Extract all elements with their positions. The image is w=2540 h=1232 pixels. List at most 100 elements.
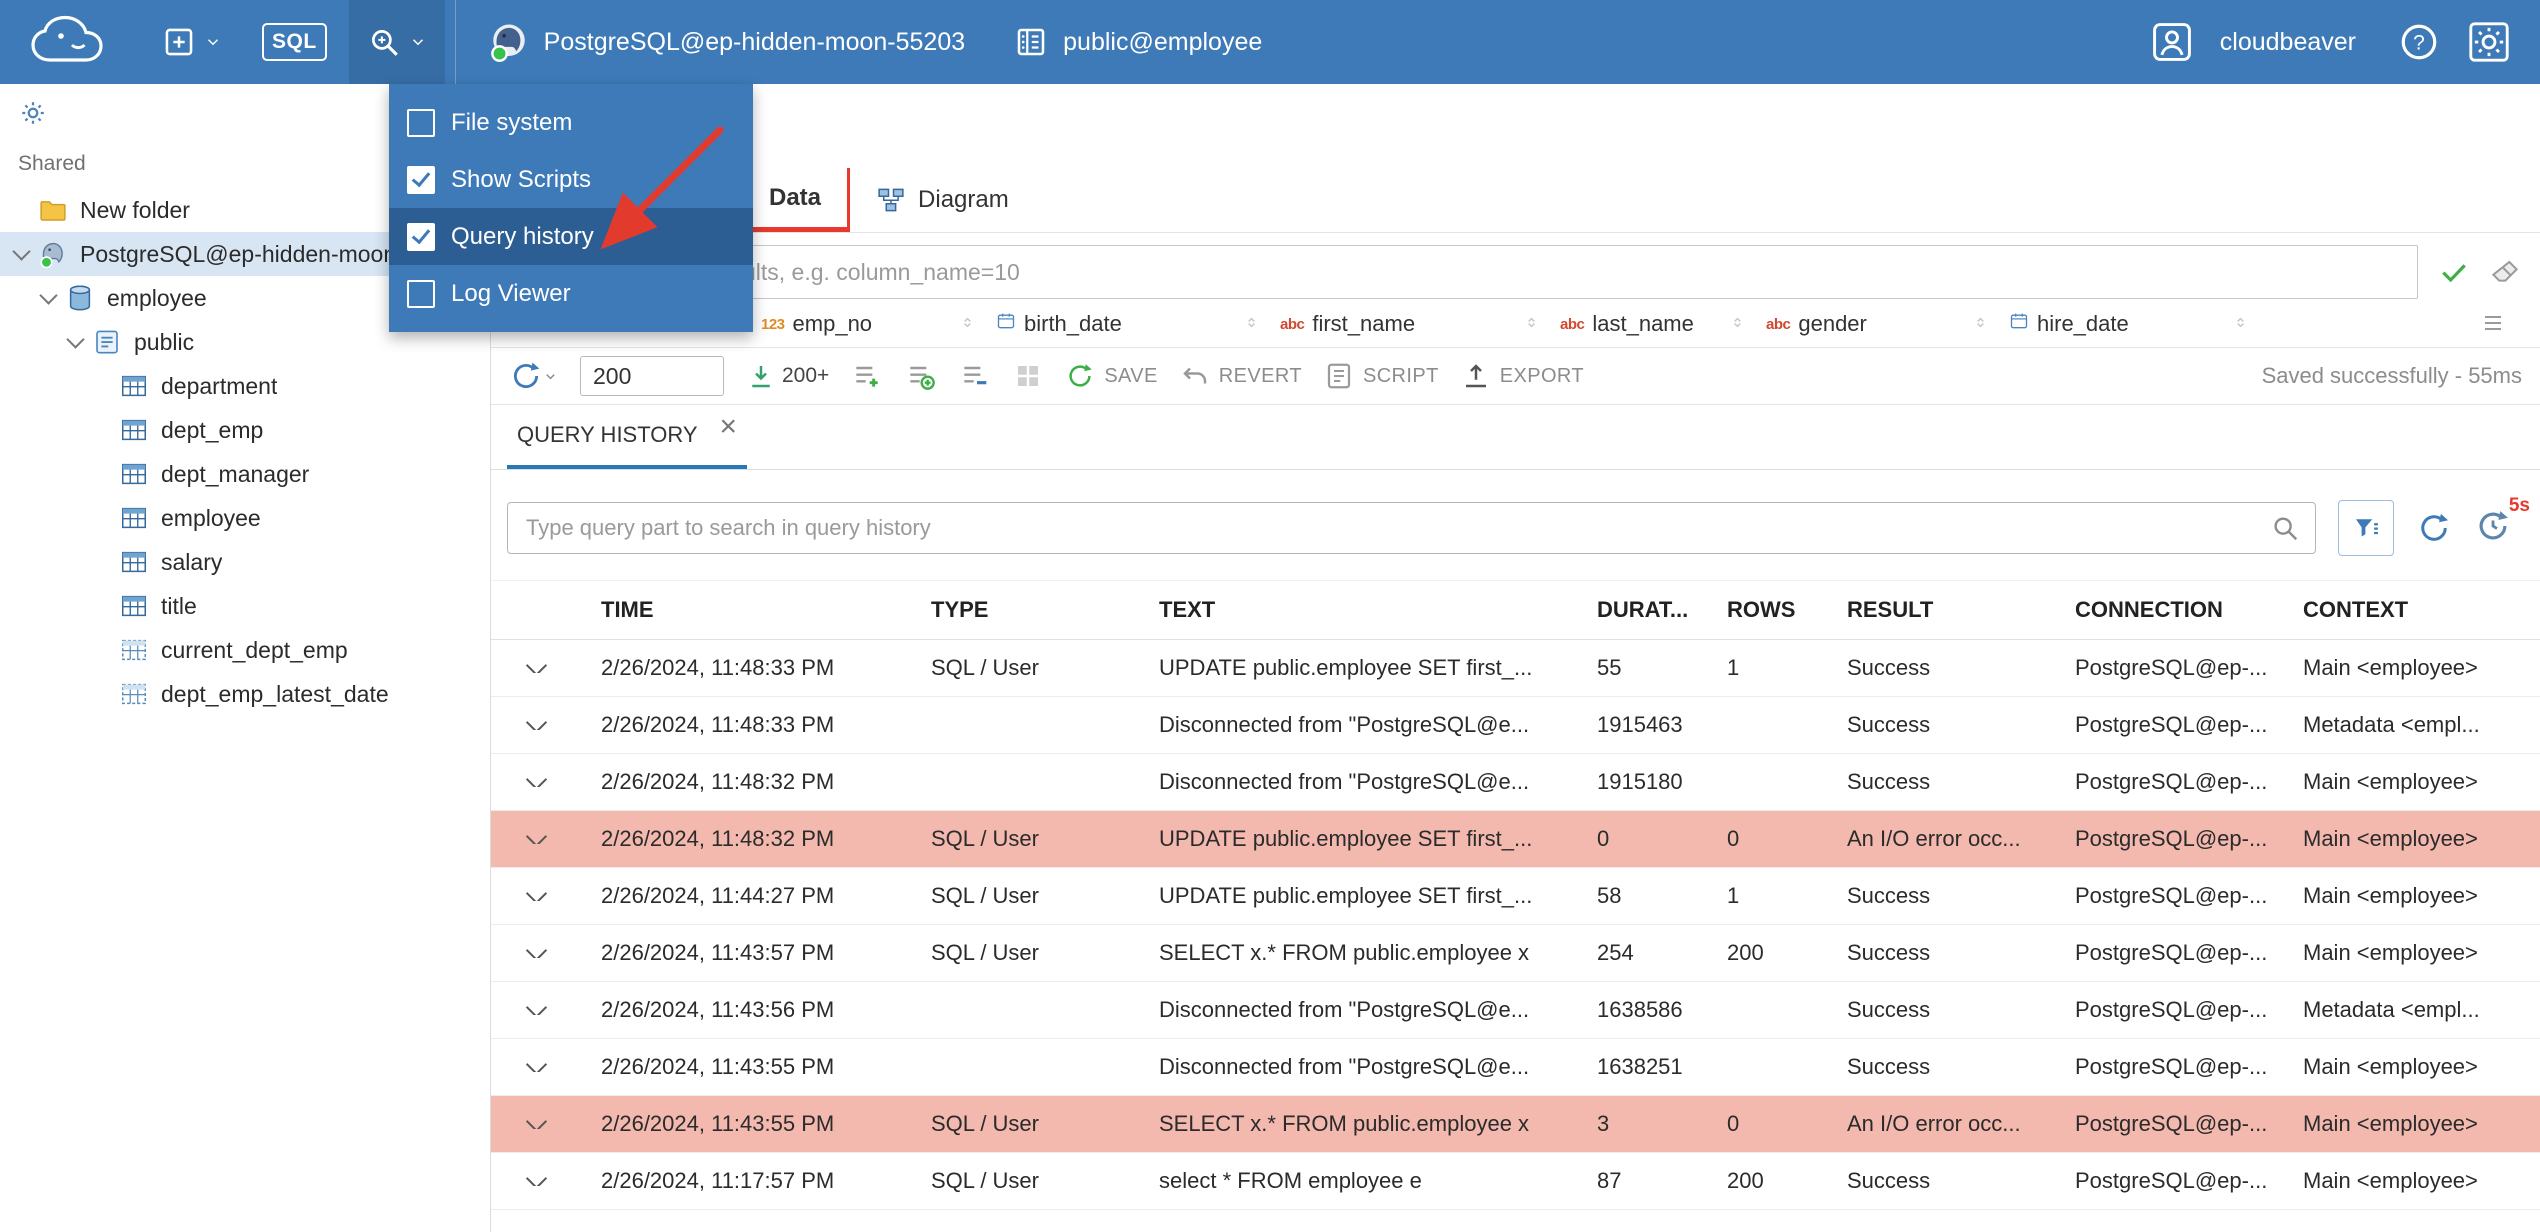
new-connection-button[interactable] — [144, 0, 240, 84]
history-refresh-button[interactable] — [2416, 510, 2452, 546]
checkbox-unchecked-icon[interactable] — [407, 279, 435, 308]
tree-item-title[interactable]: title — [0, 584, 490, 628]
script-button[interactable]: SCRIPT — [1324, 361, 1439, 391]
menu-item-show-scripts[interactable]: Show Scripts — [389, 151, 753, 208]
sidebar-settings-gear-icon[interactable] — [18, 98, 48, 128]
fetch-more-button[interactable]: 200+ — [746, 361, 829, 391]
query-history-search-input[interactable] — [507, 502, 2316, 554]
close-icon[interactable]: × — [720, 410, 738, 444]
query-history-row[interactable]: 2/26/2024, 11:43:56 PM Disconnected from … — [491, 982, 2540, 1039]
export-button[interactable]: EXPORT — [1461, 361, 1584, 391]
tree-item-salary[interactable]: salary — [0, 540, 490, 584]
expand-chevron-icon[interactable] — [525, 891, 547, 901]
query-history-row[interactable]: 2/26/2024, 11:48:32 PM Disconnected from … — [491, 754, 2540, 811]
expand-chevron-icon[interactable] — [525, 1119, 547, 1129]
connection-selector[interactable]: PostgreSQL@ep-hidden-moon-55203 — [464, 0, 989, 84]
tools-menu-button[interactable] — [348, 0, 445, 84]
menu-item-log-viewer[interactable]: Log Viewer — [389, 265, 753, 322]
column-duration[interactable]: DURAT... — [1577, 597, 1707, 623]
expand-chevron-icon[interactable] — [525, 663, 547, 673]
grid-column-first_name[interactable]: abc first_name — [1280, 311, 1540, 337]
grid-column-emp_no[interactable]: 123 emp_no — [761, 311, 976, 337]
query-history-row[interactable]: 2/26/2024, 11:17:57 PM SQL / User select *… — [491, 1153, 2540, 1210]
expand-chevron-icon[interactable] — [525, 1176, 547, 1186]
menu-item-query-history[interactable]: Query history — [389, 208, 753, 265]
query-history-row[interactable]: 2/26/2024, 11:43:55 PM Disconnected from … — [491, 1039, 2540, 1096]
table-icon — [119, 547, 149, 577]
expand-chevron-icon[interactable] — [525, 948, 547, 958]
duplicate-row-button[interactable] — [905, 360, 937, 392]
schema-label: public@employee — [1063, 27, 1263, 56]
auto-refresh-button[interactable]: 5s — [2474, 495, 2530, 550]
tab-diagram[interactable]: Diagram — [850, 168, 1035, 232]
grid-column-hire_date[interactable]: hire_date — [2009, 311, 2249, 337]
chevron-down-icon[interactable] — [11, 242, 31, 261]
result-filter-input[interactable] — [501, 245, 2418, 299]
topbar-right: cloudbeaver ? — [2150, 19, 2540, 65]
refresh-results-button[interactable] — [509, 359, 558, 393]
column-connection[interactable]: CONNECTION — [2055, 597, 2283, 623]
row-limit-input[interactable] — [580, 356, 724, 396]
query-history-row[interactable]: 2/26/2024, 11:44:27 PM SQL / User UPDATE p… — [491, 868, 2540, 925]
apply-filter-check-icon[interactable] — [2438, 256, 2470, 288]
query-history-row[interactable]: 2/26/2024, 11:48:33 PM Disconnected from … — [491, 697, 2540, 754]
clear-filter-eraser-icon[interactable] — [2490, 256, 2522, 288]
column-type[interactable]: TYPE — [911, 597, 1139, 623]
user-icon[interactable] — [2150, 20, 2194, 64]
menu-item-label: File system — [451, 108, 573, 136]
username-label[interactable]: cloudbeaver — [2220, 28, 2356, 57]
cell-time: 2/26/2024, 11:48:33 PM — [601, 655, 835, 680]
column-text[interactable]: TEXT — [1139, 597, 1577, 623]
delete-row-button[interactable] — [959, 360, 991, 392]
cell-rows: 1 — [1727, 883, 1740, 908]
expand-chevron-icon[interactable] — [525, 720, 547, 730]
history-filter-button[interactable] — [2338, 500, 2394, 556]
add-row-button[interactable] — [851, 360, 883, 392]
sql-editor-button[interactable]: SQL — [244, 0, 345, 84]
tree-item-dept-manager[interactable]: dept_manager — [0, 452, 490, 496]
tab-data[interactable]: Data — [743, 168, 851, 232]
column-time[interactable]: TIME — [581, 597, 911, 623]
sort-icon[interactable] — [1523, 311, 1540, 337]
tree-item-employee[interactable]: employee — [0, 496, 490, 540]
tree-item-dept-emp-latest-date[interactable]: dept_emp_latest_date — [0, 672, 490, 716]
expand-chevron-icon[interactable] — [525, 834, 547, 844]
checkbox-checked-icon[interactable] — [407, 222, 435, 251]
column-rows[interactable]: ROWS — [1707, 597, 1827, 623]
tree-item-current-dept-emp[interactable]: current_dept_emp — [0, 628, 490, 672]
sort-icon[interactable] — [1972, 311, 1989, 337]
tab-query-history[interactable]: QUERY HISTORY × — [507, 405, 748, 469]
query-history-row[interactable]: 2/26/2024, 11:48:33 PM SQL / User UPDATE p… — [491, 640, 2540, 697]
checkbox-unchecked-icon[interactable] — [407, 108, 435, 137]
tree-item-department[interactable]: department — [0, 364, 490, 408]
column-result[interactable]: RESULT — [1827, 597, 2055, 623]
query-history-row[interactable]: 2/26/2024, 11:43:55 PM SQL / User SELECT x… — [491, 1096, 2540, 1153]
number-type-icon: 123 — [761, 315, 785, 333]
sort-icon[interactable] — [959, 311, 976, 337]
checkbox-checked-icon[interactable] — [407, 165, 435, 194]
query-history-row[interactable]: 2/26/2024, 11:43:57 PM SQL / User SELECT x… — [491, 925, 2540, 982]
revert-button[interactable]: REVERT — [1180, 361, 1302, 391]
help-icon[interactable]: ? — [2398, 21, 2440, 63]
save-button[interactable]: SAVE — [1065, 361, 1157, 391]
column-context[interactable]: CONTEXT — [2283, 597, 2540, 623]
sort-icon[interactable] — [1729, 311, 1746, 337]
expand-chevron-icon[interactable] — [525, 1005, 547, 1015]
cloudbeaver-logo[interactable] — [22, 14, 118, 70]
grid-column-birth_date[interactable]: birth_date — [996, 311, 1260, 337]
settings-gear-icon[interactable] — [2466, 19, 2512, 65]
menu-item-file-system[interactable]: File system — [389, 94, 753, 151]
sort-icon[interactable] — [2232, 311, 2249, 337]
chevron-down-icon[interactable] — [65, 330, 85, 349]
schema-selector[interactable]: public@employee — [989, 0, 1286, 84]
expand-chevron-icon[interactable] — [525, 1062, 547, 1072]
grid-column-gender[interactable]: abc gender — [1766, 311, 1989, 337]
sort-icon[interactable] — [1243, 311, 1260, 337]
tree-item-dept-emp[interactable]: dept_emp — [0, 408, 490, 452]
grid-column-last_name[interactable]: abc last_name — [1560, 311, 1746, 337]
grid-view-config-button[interactable] — [1013, 361, 1043, 391]
expand-chevron-icon[interactable] — [525, 777, 547, 787]
chevron-down-icon[interactable] — [38, 286, 58, 305]
query-history-row[interactable]: 2/26/2024, 11:48:32 PM SQL / User UPDATE p… — [491, 811, 2540, 868]
grid-columns-config-icon[interactable] — [2481, 311, 2505, 335]
